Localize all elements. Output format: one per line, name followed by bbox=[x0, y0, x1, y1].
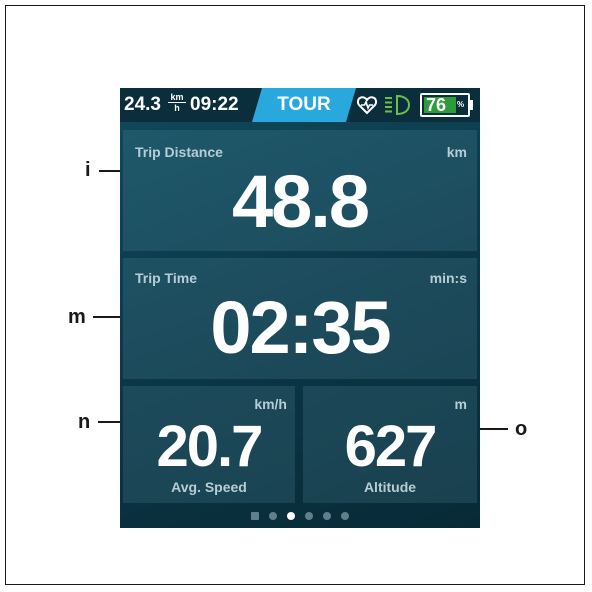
altitude-value: 627 bbox=[344, 414, 438, 479]
headlight-icon bbox=[385, 94, 411, 116]
battery-tip bbox=[470, 100, 473, 110]
page-dot-1[interactable] bbox=[251, 512, 259, 520]
trip-distance-unit: km bbox=[446, 144, 467, 160]
trip-distance-label: Trip Distance bbox=[135, 144, 223, 160]
trip-distance-value: 48.8 bbox=[231, 160, 370, 243]
page-dot-5[interactable] bbox=[323, 512, 331, 520]
callout-o: o bbox=[515, 418, 528, 440]
riding-mode-label: TOUR bbox=[277, 94, 331, 115]
bike-display: 24.3 km h 09:22 TOUR 76 % Trip Distance … bbox=[120, 88, 480, 528]
avg-speed-value: 20.7 bbox=[156, 414, 264, 479]
page-dot-4[interactable] bbox=[305, 512, 313, 520]
avg-speed-label: Avg. Speed bbox=[171, 479, 247, 495]
page-dot-3[interactable] bbox=[287, 512, 295, 520]
battery-percent-sign: % bbox=[457, 100, 465, 109]
trip-time-tile[interactable]: Trip Time min:s 02:35 bbox=[123, 258, 477, 379]
riding-mode-tab[interactable]: TOUR bbox=[252, 88, 356, 122]
altitude-tile[interactable]: m 627 Altitude bbox=[303, 386, 477, 503]
battery-indicator: 76 % bbox=[420, 93, 470, 117]
page-dot-2[interactable] bbox=[269, 512, 277, 520]
trip-time-unit: min:s bbox=[429, 270, 467, 286]
altitude-unit: m bbox=[454, 396, 467, 412]
speed-unit-h: h bbox=[174, 103, 180, 113]
trip-time-label: Trip Time bbox=[135, 270, 197, 286]
avg-speed-unit: km/h bbox=[254, 396, 287, 412]
trip-distance-tile[interactable]: Trip Distance km 48.8 bbox=[123, 130, 477, 251]
current-speed: 24.3 bbox=[124, 94, 161, 115]
clock: 09:22 bbox=[190, 94, 239, 115]
trip-time-value: 02:35 bbox=[210, 286, 391, 369]
heart-pulse-icon bbox=[356, 96, 378, 115]
page-dot-6[interactable] bbox=[341, 512, 349, 520]
altitude-label: Altitude bbox=[363, 479, 417, 495]
battery-percent: 76 bbox=[426, 95, 447, 115]
speed-unit-km: km bbox=[168, 92, 186, 103]
callout-n: n bbox=[78, 411, 91, 433]
speed-unit: km h bbox=[168, 92, 186, 113]
avg-speed-tile[interactable]: km/h 20.7 Avg. Speed bbox=[123, 386, 295, 503]
page-indicator[interactable] bbox=[120, 512, 480, 522]
status-bar: 24.3 km h 09:22 TOUR 76 % bbox=[120, 88, 480, 122]
callout-m: m bbox=[68, 306, 86, 328]
callout-i: i bbox=[85, 159, 91, 181]
